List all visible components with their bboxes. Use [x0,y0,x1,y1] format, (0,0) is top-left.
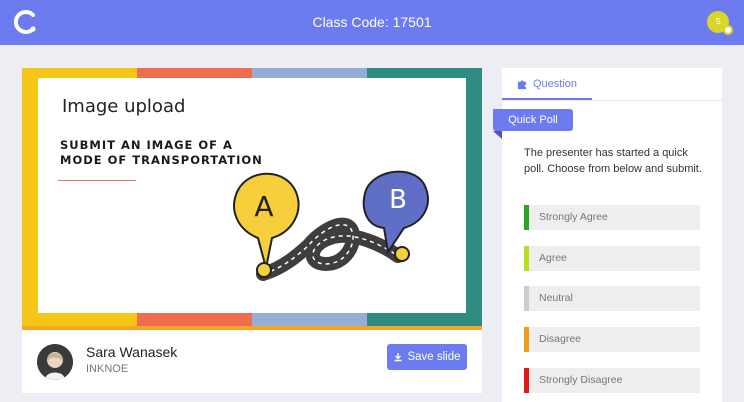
bubble-a-letter: A [254,190,273,223]
slide-bottom-bar [22,326,482,330]
slide-content: Image upload SUBMIT AN IMAGE OF A MODE O… [38,78,466,313]
quick-poll-ribbon: Quick Poll [493,109,573,131]
presenter-avatar [37,344,73,380]
presenter-org: INKNOE [86,363,129,375]
puzzle-icon [517,80,527,90]
presenter-name: Sara Wanasek [86,344,178,360]
class-code: Class Code: 17501 [312,14,432,30]
question-panel: Question Quick Poll The presenter has st… [493,68,722,402]
ribbon-fold [493,131,502,139]
download-icon [394,353,402,362]
save-slide-label: Save slide [407,351,461,363]
slide-title: Image upload [62,96,186,117]
poll-option-label: Strongly Disagree [539,374,623,386]
slide-divider [58,180,136,181]
poll-option-label: Disagree [539,333,582,345]
tab-question[interactable]: Question [502,68,592,100]
poll-option-strongly-agree[interactable]: Strongly Agree [524,205,700,230]
tab-question-label: Question [533,78,578,90]
poll-option-label: Agree [539,252,568,264]
slide: Image upload SUBMIT AN IMAGE OF A MODE O… [22,68,482,326]
settings-badge-icon [723,25,733,35]
slide-card: Image upload SUBMIT AN IMAGE OF A MODE O… [22,68,482,393]
avatar-initial: S [715,17,721,26]
bubble-b-letter: B [389,185,407,215]
top-bar: Class Code: 17501 S [0,0,744,45]
slide-subtitle-line-1: SUBMIT AN IMAGE OF A [60,138,233,152]
poll-prompt: The presenter has started a quick poll. … [524,147,702,175]
save-slide-button[interactable]: Save slide [387,344,467,370]
tab-divider [502,100,722,101]
poll-option-strongly-disagree[interactable]: Strongly Disagree [524,368,700,393]
user-avatar[interactable]: S [707,11,733,35]
road-bubbles-illustration: A B [233,170,429,281]
poll-option-disagree[interactable]: Disagree [524,327,700,352]
poll-option-neutral[interactable]: Neutral [524,286,700,311]
poll-option-label: Neutral [539,292,573,304]
poll-option-agree[interactable]: Agree [524,246,700,271]
poll-option-label: Strongly Agree [539,211,608,223]
